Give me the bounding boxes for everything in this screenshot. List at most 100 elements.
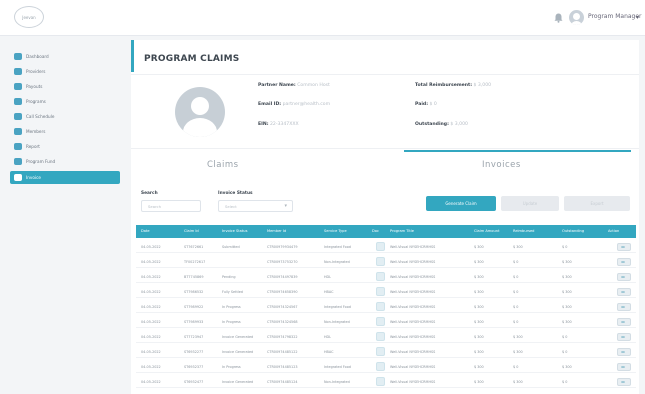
table-cell: Well-Visual NYSEHCRMHSS (390, 305, 436, 309)
outstanding-label: Outstanding: (415, 122, 449, 127)
document-icon[interactable] (376, 332, 385, 341)
table-cell: $ 0 (513, 305, 519, 309)
view-action-icon[interactable] (617, 303, 631, 311)
table-cell: Well-Visual NYSEHCRMHSS (390, 350, 436, 354)
view-action-icon[interactable] (617, 258, 631, 266)
table-cell: $ 300 (513, 335, 523, 339)
table-cell: CTR00974497839 (267, 275, 298, 279)
document-icon[interactable] (376, 317, 385, 326)
tab-invoices[interactable]: Invoices (482, 160, 521, 170)
export-button[interactable]: Export (564, 196, 630, 211)
document-icon[interactable] (376, 272, 385, 281)
document-icon[interactable] (376, 377, 385, 386)
column-header[interactable]: Program Title (390, 229, 414, 233)
table-row[interactable]: 04-05-2022 ST7672661 Submitted CTR009799344… (136, 240, 636, 253)
sidebar-item-report[interactable]: Report (14, 141, 40, 151)
table-row[interactable]: 04-05-2022 ST6932477 Invoice Generated CTR0… (136, 375, 636, 388)
sidebar-item-payouts[interactable]: Payouts (14, 81, 42, 91)
table-row[interactable]: 04-05-2022 ST6932377 In Progress CTR0097448… (136, 360, 636, 373)
table-header: Date Claim Id Invoice Status Member Id Servi… (136, 225, 636, 238)
sidebar-item-dashboard[interactable]: Dashboard (14, 51, 49, 61)
table-row[interactable]: 04-05-2022 ST7986532 Fully Settled CTR00974… (136, 285, 636, 298)
view-action-icon[interactable] (617, 243, 631, 251)
table-cell: $ 300 (474, 305, 484, 309)
table-cell: CTR00974658390 (267, 290, 298, 294)
view-action-icon[interactable] (617, 363, 631, 371)
partner-name-value: Common Host (297, 83, 330, 88)
table-cell: $ 0 (513, 275, 519, 279)
document-icon[interactable] (376, 242, 385, 251)
table-row[interactable]: 04-05-2022 BT7745869 Pending CTR00974497839… (136, 270, 636, 283)
view-action-icon[interactable] (617, 333, 631, 341)
document-icon[interactable] (376, 347, 385, 356)
email-field: Email ID: partner@health.com (258, 102, 330, 107)
table-cell: CTR00974324568 (267, 320, 298, 324)
table-cell: ST6932477 (184, 380, 204, 384)
sidebar-item-call-schedule[interactable]: Call Schedule (14, 111, 54, 121)
view-action-icon[interactable] (617, 288, 631, 296)
chevron-down-icon[interactable]: ▾ (636, 14, 639, 21)
column-header[interactable]: Doc (372, 229, 379, 233)
sidebar-item-label: Dashboard (26, 53, 49, 59)
view-action-icon[interactable] (617, 378, 631, 386)
table-cell: $ 300 (562, 290, 572, 294)
column-header[interactable]: Claim Id (184, 229, 199, 233)
table-cell: $ 300 (474, 350, 484, 354)
table-cell: Integrated Food (324, 365, 351, 369)
column-header[interactable]: Date (141, 229, 150, 233)
table-cell: ST7989922 (184, 305, 204, 309)
table-row[interactable]: 04-05-2022 ST7989922 In Progress CTR0097432… (136, 300, 636, 313)
column-header[interactable]: Invoice Status (222, 229, 247, 233)
view-action-icon[interactable] (617, 318, 631, 326)
table-cell: Invoice Generated (222, 380, 254, 384)
table-cell: ST7986532 (184, 290, 204, 294)
invoice-icon (14, 174, 22, 181)
column-header[interactable]: Reimbursed (513, 229, 534, 233)
table-cell: HBAC (324, 350, 334, 354)
invoice-status-select[interactable]: Select ▾ (218, 200, 293, 212)
user-menu-label[interactable]: Program Manager (588, 13, 642, 20)
column-header[interactable]: Claim Amount (474, 229, 499, 233)
column-header[interactable]: Outstanding (562, 229, 584, 233)
column-header[interactable]: Member Id (267, 229, 286, 233)
update-button[interactable]: Update (501, 196, 559, 211)
sidebar-item-members[interactable]: Members (14, 126, 45, 136)
partner-avatar (175, 87, 225, 137)
table-cell: In Progress (222, 305, 241, 309)
chevron-down-icon: ▾ (284, 203, 287, 209)
table-row[interactable]: 04-05-2022 ST7723947 Invoice Generated CTR0… (136, 330, 636, 343)
table-cell: BT7745869 (184, 275, 204, 279)
table-row[interactable]: 04-05-2022 TF00272617 CTR00973753270 Non-In… (136, 255, 636, 268)
table-cell: $ 300 (474, 275, 484, 279)
document-icon[interactable] (376, 287, 385, 296)
table-cell: $ 300 (474, 320, 484, 324)
table-row[interactable]: 04-05-2022 ST7989933 In Progress CTR0097432… (136, 315, 636, 328)
tab-claims[interactable]: Claims (207, 160, 239, 170)
document-icon[interactable] (376, 362, 385, 371)
sidebar-item-programs[interactable]: Programs (14, 96, 46, 106)
table-cell: 04-05-2022 (141, 290, 161, 294)
view-action-icon[interactable] (617, 348, 631, 356)
view-action-icon[interactable] (617, 273, 631, 281)
bell-icon[interactable] (554, 13, 563, 23)
dashboard-icon (14, 52, 22, 60)
table-cell: 04-05-2022 (141, 320, 161, 324)
app-logo[interactable]: Jeevan (14, 6, 44, 28)
sidebar-item-invoice[interactable]: Invoice (10, 171, 120, 184)
sidebar-item-label: Report (26, 143, 40, 149)
column-header[interactable]: Action (608, 229, 619, 233)
table-cell: $ 300 (513, 350, 523, 354)
table-row[interactable]: 04-05-2022 ST6932277 Invoice Generated CTR0… (136, 345, 636, 358)
main-panel: PROGRAM CLAIMS Partner Name: Common Host… (131, 40, 639, 394)
generate-claim-button[interactable]: Generate Claim (426, 196, 496, 211)
column-header[interactable]: Service Type (324, 229, 347, 233)
table-cell: $ 300 (513, 380, 523, 384)
document-icon[interactable] (376, 257, 385, 266)
search-input[interactable]: Search (141, 200, 201, 212)
sidebar-item-providers[interactable]: Providers (14, 66, 45, 76)
user-avatar-icon[interactable] (569, 10, 584, 25)
table-cell: Well-Visual NYSEHCRMHSS (390, 365, 436, 369)
table-cell: Invoice Generated (222, 350, 254, 354)
sidebar-item-program-fund[interactable]: Program Fund (14, 156, 55, 166)
document-icon[interactable] (376, 302, 385, 311)
